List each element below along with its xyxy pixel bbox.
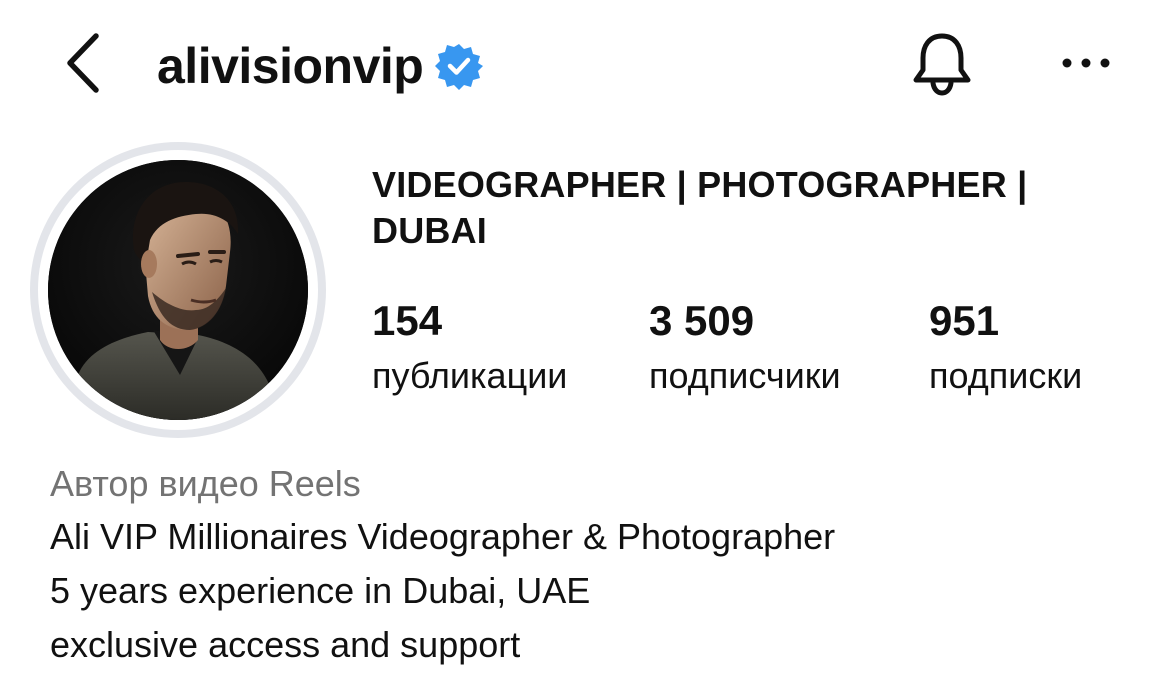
followers-label: подписчики [649,355,841,396]
profile-bio: Автор видео Reels Ali VIP Millionaires V… [50,458,1130,672]
more-options-button[interactable] [1058,48,1114,78]
avatar[interactable] [48,160,308,420]
verified-badge-icon [435,44,484,90]
chevron-left-icon [67,33,99,93]
back-button[interactable] [58,30,110,96]
profile-photo [48,160,308,420]
username-row: alivisionvip [157,34,484,98]
followers-count: 3 509 [649,297,755,344]
notifications-button[interactable] [908,30,976,98]
bell-icon [913,33,971,96]
more-horizontal-icon [1062,58,1110,68]
posts-label: публикации [372,355,568,396]
bio-line: exclusive access and support [50,624,521,665]
followers-stat[interactable]: 3 509 подписчики [649,296,841,398]
bio-line: 5 years experience in Dubai, UAE [50,570,591,611]
profile-header: alivisionvip [0,0,1169,130]
following-label: подписки [929,355,1083,396]
profile-full-name: VIDEOGRAPHER | PHOTOGRAPHER | DUBAI [372,164,1028,251]
following-count: 951 [929,297,1000,344]
profile-category: Автор видео Reels [50,463,361,504]
bio-line: Ali VIP Millionaires Videographer & Phot… [50,516,836,557]
following-stat[interactable]: 951 подписки [929,296,1082,398]
username: alivisionvip [157,38,424,94]
posts-stat[interactable]: 154 публикации [372,296,567,398]
posts-count: 154 [372,297,443,344]
